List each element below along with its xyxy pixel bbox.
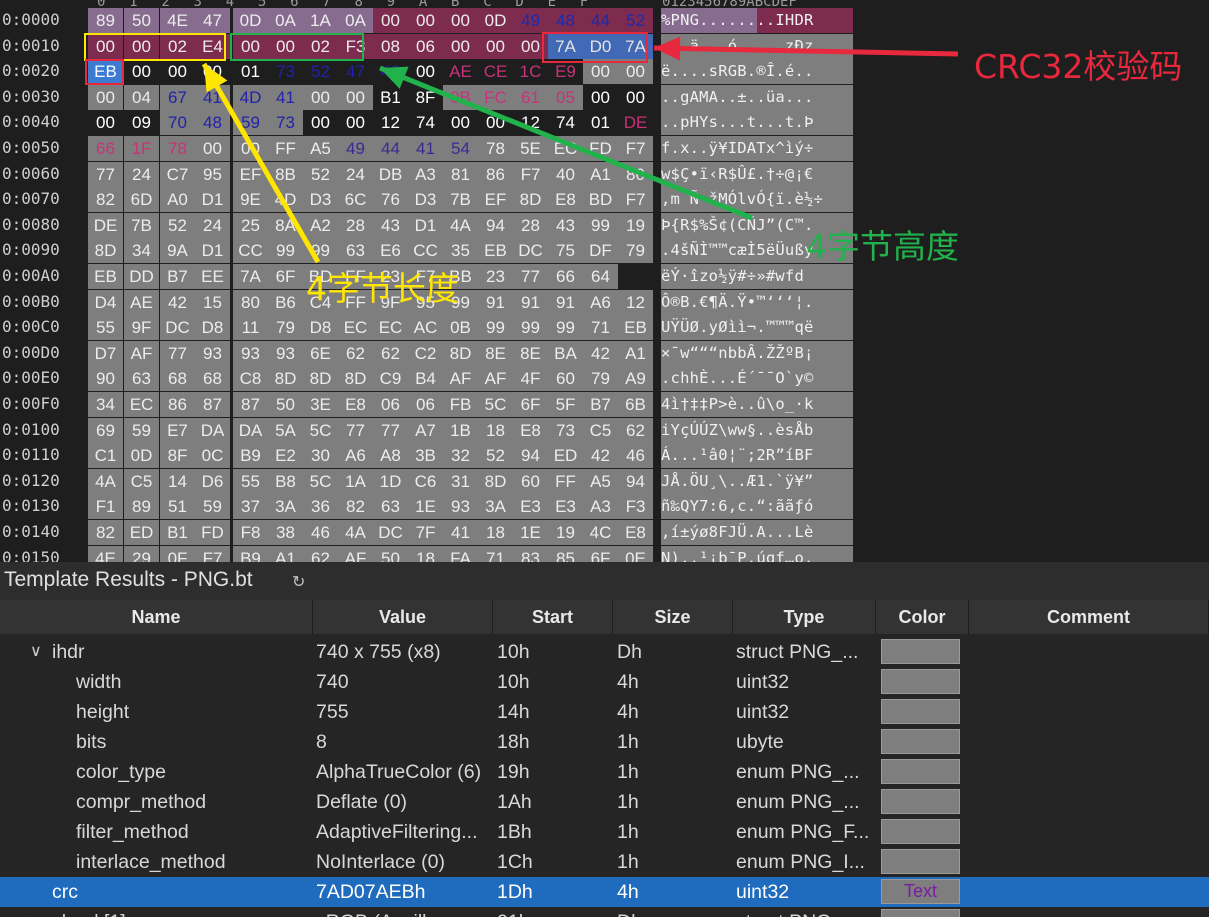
cell-start: 18h xyxy=(497,731,530,753)
crc-arrow xyxy=(653,36,959,61)
cell-size: 1h xyxy=(617,791,639,813)
cell-start: 19h xyxy=(497,761,530,783)
cell-value: 7AD07AEBh xyxy=(316,881,426,903)
cell-type: uint32 xyxy=(736,671,790,693)
cell-type: enum PNG_... xyxy=(736,761,860,783)
cell-name: crc xyxy=(52,881,78,903)
panel-title-bar: Template Results - PNG.bt ↻ xyxy=(0,562,1209,600)
result-row-compr-method[interactable]: compr_method Deflate (0) 1Ah 1h enum PNG_... xyxy=(0,787,1209,817)
cell-type: enum PNG_I... xyxy=(736,851,865,873)
cell-name: color_type xyxy=(76,761,166,783)
color-swatch[interactable] xyxy=(881,669,960,694)
cell-start: 1Dh xyxy=(497,881,533,903)
cell-value: 740 xyxy=(316,671,349,693)
color-swatch[interactable] xyxy=(881,759,960,784)
color-swatch[interactable] xyxy=(881,729,960,754)
cell-value: 755 xyxy=(316,701,349,723)
refresh-icon[interactable]: ↻ xyxy=(292,572,305,592)
cell-type: enum PNG_... xyxy=(736,791,860,813)
height-label: 4字节高度 xyxy=(806,227,959,266)
cell-type: uint32 xyxy=(736,881,790,903)
cell-name: chunk[1] xyxy=(52,907,282,917)
cell-value: 8 xyxy=(316,731,327,753)
result-row-color-type[interactable]: color_type AlphaTrueColor (6) 19h 1h enum PN… xyxy=(0,757,1209,787)
results-table-header: Name Value Start Size Type Color Comment xyxy=(0,600,1209,634)
length-label: 4字节长度 xyxy=(306,269,459,308)
cell-type: struct PNG_... xyxy=(736,641,859,663)
cell-value: sRGB (Ancill... xyxy=(316,907,491,917)
cell-type: struct PNG_... xyxy=(736,907,874,917)
cell-size: 4h xyxy=(617,701,639,723)
length-arrow xyxy=(201,62,321,264)
cell-start: 10h xyxy=(497,641,530,663)
cell-value: AdaptiveFiltering... xyxy=(316,821,478,843)
cell-start: 14h xyxy=(497,701,530,723)
column-header-name[interactable]: Name xyxy=(0,600,313,634)
result-row-chunk1[interactable]: > chunk[1] sRGB (Ancill... 21h Dh struct PNG_… xyxy=(0,907,1209,917)
color-swatch[interactable] xyxy=(881,819,960,844)
cell-type: enum PNG_F... xyxy=(736,821,870,843)
cell-value: NoInterlace (0) xyxy=(316,851,445,873)
panel-title: Template Results - PNG.bt xyxy=(4,568,253,591)
cell-size: 4h xyxy=(617,881,639,903)
color-swatch[interactable]: Text xyxy=(881,879,960,904)
cell-size: 1h xyxy=(617,761,639,783)
cell-start: 21h xyxy=(497,907,607,917)
cell-name: ihdr xyxy=(52,641,85,663)
cell-size: 4h xyxy=(617,671,639,693)
cell-start: 1Ah xyxy=(497,791,532,813)
result-row-width[interactable]: width 740 10h 4h uint32 xyxy=(0,667,1209,697)
cell-start: 10h xyxy=(497,671,530,693)
cell-type: uint32 xyxy=(736,701,790,723)
cell-name: filter_method xyxy=(76,821,189,843)
cell-name: bits xyxy=(76,731,107,753)
cell-name: width xyxy=(76,671,122,693)
cell-size: 1h xyxy=(617,851,639,873)
hex-editor-view[interactable]: 0 1 2 3 4 5 6 7 8 9 A B C D E F 012345678… xyxy=(0,0,1209,562)
cell-name: height xyxy=(76,701,130,723)
color-swatch[interactable] xyxy=(881,699,960,724)
color-swatch[interactable] xyxy=(881,849,960,874)
cell-value: AlphaTrueColor (6) xyxy=(316,761,482,783)
result-row-filter-method[interactable]: filter_method AdaptiveFiltering... 1Bh 1h en… xyxy=(0,817,1209,847)
cell-start: 1Bh xyxy=(497,821,532,843)
cell-start: 1Ch xyxy=(497,851,533,873)
column-header-value[interactable]: Value xyxy=(313,600,493,634)
color-swatch[interactable] xyxy=(881,789,960,814)
result-row-bits[interactable]: bits 8 18h 1h ubyte xyxy=(0,727,1209,757)
cell-name: compr_method xyxy=(76,791,207,813)
result-row-height[interactable]: height 755 14h 4h uint32 xyxy=(0,697,1209,727)
result-row-ihdr[interactable]: ∨ ihdr 740 x 755 (x8) 10h Dh struct PNG_... xyxy=(0,637,1209,667)
column-header-type[interactable]: Type xyxy=(733,600,876,634)
chevron-down-icon[interactable]: ∨ xyxy=(30,637,42,667)
chevron-right-icon[interactable]: > xyxy=(30,907,39,917)
cell-type: ubyte xyxy=(736,731,784,753)
column-header-comment[interactable]: Comment xyxy=(969,600,1209,634)
column-header-size[interactable]: Size xyxy=(613,600,733,634)
cell-size: 1h xyxy=(617,821,639,843)
crc-label: CRC32校验码 xyxy=(974,47,1183,86)
cell-size: Dh xyxy=(617,641,642,663)
cell-name: interlace_method xyxy=(76,851,226,873)
template-results-panel: Template Results - PNG.bt ↻ Name Value Sta… xyxy=(0,562,1209,917)
cell-value: 740 x 755 (x8) xyxy=(316,641,441,663)
color-swatch[interactable] xyxy=(881,909,960,917)
column-header-start[interactable]: Start xyxy=(493,600,613,634)
cell-size: 1h xyxy=(617,731,639,753)
cell-size: Dh xyxy=(617,907,727,917)
column-header-color[interactable]: Color xyxy=(876,600,969,634)
result-row-interlace-method[interactable]: interlace_method NoInterlace (0) 1Ch 1h enum… xyxy=(0,847,1209,877)
height-arrow xyxy=(379,65,753,221)
color-swatch[interactable] xyxy=(881,639,960,664)
result-row-crc[interactable]: crc 7AD07AEBh 1Dh 4h uint32 Text xyxy=(0,877,1209,907)
cell-value: Deflate (0) xyxy=(316,791,408,813)
